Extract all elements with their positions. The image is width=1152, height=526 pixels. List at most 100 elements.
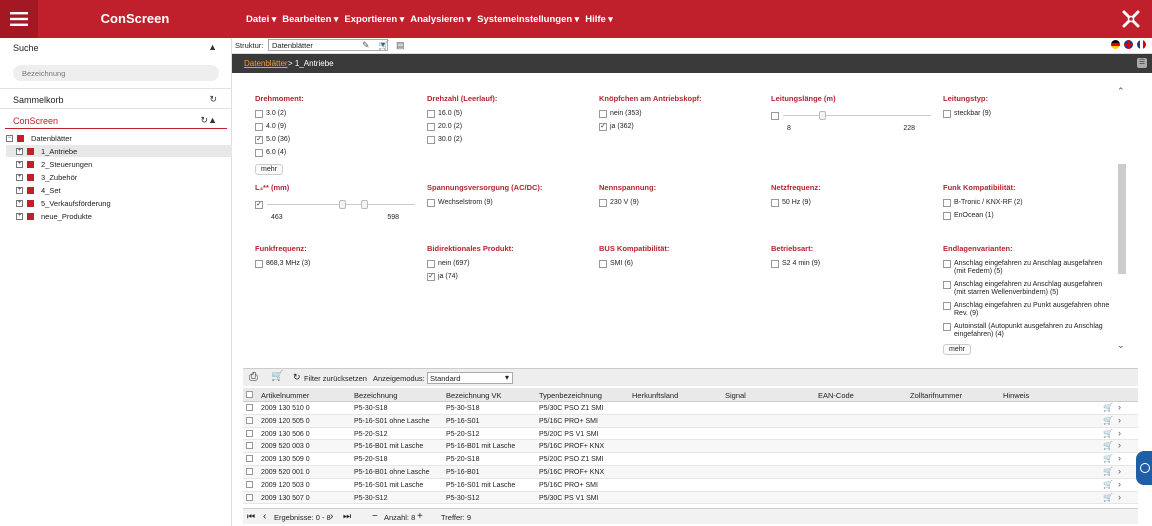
checkbox-checked[interactable]: ✓	[255, 201, 263, 209]
col-artikelnummer[interactable]: Artikelnummer	[261, 391, 309, 400]
filter-option[interactable]: ✓ ja (74)	[427, 273, 597, 281]
row-checkbox[interactable]	[246, 455, 253, 463]
chevron-right-icon[interactable]: ›	[1118, 492, 1121, 502]
row-checkbox[interactable]	[246, 429, 253, 437]
more-button[interactable]: mehr	[255, 164, 283, 175]
cart-icon[interactable]: 🛒	[1103, 454, 1113, 463]
filter-option[interactable]: 868,3 MHz (3)	[255, 260, 425, 268]
row-checkbox[interactable]	[246, 480, 253, 488]
more-button[interactable]: mehr	[943, 344, 971, 355]
flag-uk-icon[interactable]	[1124, 40, 1133, 49]
collapse-icon[interactable]: −	[6, 134, 13, 142]
cart-icon[interactable]: 🛒	[1103, 480, 1113, 489]
tree-item-neue-produkte[interactable]: + neue_Produkte	[6, 210, 92, 222]
checkbox[interactable]	[771, 199, 779, 207]
checkbox[interactable]	[599, 260, 607, 268]
row-checkbox[interactable]	[246, 442, 253, 450]
col-zolltarifnummer[interactable]: Zolltarifnummer	[910, 391, 962, 400]
tree-item-4-set[interactable]: +4_Set	[6, 184, 61, 196]
checkbox[interactable]	[599, 199, 607, 207]
checkbox-checked[interactable]: ✓	[427, 273, 435, 281]
filter-option[interactable]: 30.0 (2)	[427, 136, 597, 144]
checkbox[interactable]	[943, 281, 951, 289]
filter-option[interactable]: 230 V (9)	[599, 199, 769, 207]
table-row[interactable]: 2009 130 507 0 P5-30-S12 P5-30-S12 P5/30C P…	[243, 491, 1138, 505]
checkbox[interactable]	[771, 260, 779, 268]
menu-exportieren[interactable]: Exportieren	[344, 14, 404, 25]
print-icon[interactable]: ⎙	[249, 371, 258, 384]
first-page-icon[interactable]: ⏮	[247, 511, 255, 522]
document-icon[interactable]: ▤	[396, 40, 405, 51]
row-checkbox[interactable]	[246, 404, 253, 411]
select-all-checkbox[interactable]	[246, 391, 253, 398]
expand-icon[interactable]: +	[16, 186, 23, 194]
flag-de-icon[interactable]	[1111, 40, 1120, 49]
edit-icon[interactable]: ✎	[362, 40, 370, 51]
checkbox[interactable]	[943, 199, 951, 207]
filter-option[interactable]: SMI (6)	[599, 260, 769, 268]
expand-icon[interactable]: +	[16, 212, 23, 220]
expand-icon[interactable]: +	[16, 199, 23, 207]
flag-fr-icon[interactable]	[1137, 40, 1146, 49]
col-signal[interactable]: Signal	[725, 391, 746, 400]
filter-option[interactable]: Autoinstall (Autopunkt ausgefahren zu An…	[943, 323, 1113, 339]
next-page-icon[interactable]: ›	[330, 511, 333, 522]
col-typenbezeichnung[interactable]: Typenbezeichnung	[539, 391, 602, 400]
decrease-count-icon[interactable]: −	[372, 511, 378, 522]
expand-icon[interactable]: +	[16, 173, 23, 181]
chevron-right-icon[interactable]: ›	[1118, 428, 1121, 438]
struktur-select[interactable]: Datenblätter	[268, 39, 388, 51]
tree-item-1-antriebe[interactable]: +1_Antriebe	[6, 145, 232, 157]
filter-option[interactable]: 4.0 (9)	[255, 123, 425, 131]
breadcrumb-link[interactable]: Datenblätter	[244, 59, 288, 68]
scroll-down-icon[interactable]: ⌄	[1117, 340, 1125, 351]
checkbox[interactable]	[943, 302, 951, 310]
chevron-right-icon[interactable]: ›	[1118, 415, 1121, 425]
filter-option[interactable]: nein (353)	[599, 110, 769, 118]
last-page-icon[interactable]: ⏭	[343, 511, 351, 522]
tree-item-2-steuerungen[interactable]: +2_Steuerungen	[6, 158, 92, 170]
cart-icon[interactable]: 🛒	[1103, 467, 1113, 476]
side-panel-handle[interactable]	[1136, 451, 1152, 485]
options-icon[interactable]: ☰	[1137, 58, 1147, 68]
chevron-right-icon[interactable]: ›	[1118, 402, 1121, 412]
cart-icon[interactable]: 🛒	[1103, 403, 1113, 412]
col-bezeichnung-vk[interactable]: Bezeichnung VK	[446, 391, 501, 400]
checkbox[interactable]	[255, 110, 263, 118]
expand-icon[interactable]: +	[16, 160, 23, 168]
chevron-right-icon[interactable]: ›	[1118, 440, 1121, 450]
slider-handle-max[interactable]	[361, 200, 368, 209]
increase-count-icon[interactable]: +	[417, 511, 423, 522]
slider-handle-min[interactable]	[819, 111, 826, 120]
tree-root[interactable]: − Datenblätter	[6, 132, 72, 144]
menu-bearbeiten[interactable]: Bearbeiten	[282, 14, 338, 25]
table-row[interactable]: 2009 130 509 0 P5-20-S18 P5-20-S18 P5/20C P…	[243, 453, 1138, 466]
reset-icon[interactable]: ↻	[293, 372, 301, 383]
filter-option[interactable]: Anschlag eingefahren zu Anschlag ausgefa…	[943, 260, 1113, 276]
cart-icon[interactable]: 🛒	[378, 40, 389, 51]
menu-analysieren[interactable]: Analysieren	[410, 14, 471, 25]
mode-select[interactable]: Standard	[427, 372, 513, 384]
menu-systemeinstellungen[interactable]: Systemeinstellungen	[477, 14, 579, 25]
row-checkbox[interactable]	[246, 416, 253, 424]
tree-item-5-verkaufsfoerderung[interactable]: +5_Verkaufsförderung	[6, 197, 111, 209]
table-row[interactable]: 2009 130 506 0 P5-20-S12 P5-20-S12 P5/20C P…	[243, 428, 1138, 441]
chevron-right-icon[interactable]: ›	[1118, 453, 1121, 463]
table-row[interactable]: 2009 120 505 0 P5-16-S01 ohne Lasche P5-16…	[243, 414, 1138, 428]
filter-option[interactable]: 50 Hz (9)	[771, 199, 941, 207]
table-row[interactable]: 2009 520 001 0 P5-16-B01 ohne Lasche P5-16…	[243, 465, 1138, 479]
row-checkbox[interactable]	[246, 493, 253, 501]
checkbox-checked[interactable]: ✓	[599, 123, 607, 131]
add-to-cart-icon[interactable]: 🛒	[271, 371, 283, 382]
checkbox[interactable]	[427, 260, 435, 268]
col-ean-code[interactable]: EAN-Code	[818, 391, 854, 400]
range-slider[interactable]	[771, 110, 931, 122]
cart-icon[interactable]: 🛒	[1103, 493, 1113, 502]
cart-icon[interactable]: 🛒	[1103, 429, 1113, 438]
checkbox[interactable]	[427, 199, 435, 207]
table-row[interactable]: 2009 120 503 0 P5-16-S01 mit Lasche P5-16-…	[243, 479, 1138, 492]
row-checkbox[interactable]	[246, 467, 253, 475]
checkbox[interactable]	[427, 136, 435, 144]
filter-option[interactable]: B-Tronic / KNX-RF (2)	[943, 199, 1113, 207]
filter-option[interactable]: 6.0 (4)	[255, 149, 425, 157]
